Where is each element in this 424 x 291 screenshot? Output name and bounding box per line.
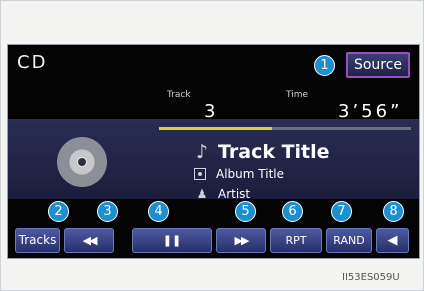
- progress-bar: [159, 127, 411, 130]
- callout-5: 5: [235, 201, 256, 222]
- callout-3: 3: [97, 201, 118, 222]
- random-button[interactable]: RAND: [326, 228, 372, 253]
- track-label: Track: [167, 90, 191, 100]
- callout-8: 8: [383, 201, 404, 222]
- album-title-row: Album Title: [194, 167, 284, 181]
- artist-row: ♟ Artist: [194, 187, 251, 201]
- time-label: Time: [286, 90, 309, 100]
- callout-2: 2: [48, 201, 69, 222]
- callout-7: 7: [331, 201, 352, 222]
- prev-track-icon[interactable]: ◀◀: [64, 228, 114, 253]
- callout-1: 1: [314, 55, 335, 76]
- track-number: 3: [204, 101, 216, 122]
- tracks-button[interactable]: Tracks: [15, 228, 60, 253]
- disc-hole: [77, 157, 87, 167]
- music-note-icon: ♪: [195, 141, 209, 163]
- volume-icon[interactable]: ◀: [376, 228, 409, 253]
- track-title-row: ♪ Track Title: [194, 141, 330, 163]
- pause-icon[interactable]: ❚❚: [132, 228, 212, 253]
- progress-fill: [159, 127, 273, 130]
- track-title: Track Title: [218, 141, 330, 163]
- source-title: CD: [17, 52, 48, 73]
- next-track-icon[interactable]: ▶▶: [216, 228, 266, 253]
- person-icon: ♟: [196, 187, 208, 201]
- figure-code: II53ES059U: [342, 272, 400, 283]
- callout-4: 4: [148, 201, 169, 222]
- source-button[interactable]: Source: [346, 52, 410, 78]
- callout-6: 6: [282, 201, 303, 222]
- album-icon: [194, 168, 206, 180]
- artist-name: Artist: [218, 187, 251, 201]
- cd-disc-icon: [57, 137, 107, 187]
- elapsed-time: 3’56”: [338, 101, 403, 122]
- repeat-button[interactable]: RPT: [270, 228, 322, 253]
- audio-screen: CD Source Track Time 3 3’56” ♪ Track Tit…: [7, 44, 420, 259]
- album-title: Album Title: [216, 167, 284, 181]
